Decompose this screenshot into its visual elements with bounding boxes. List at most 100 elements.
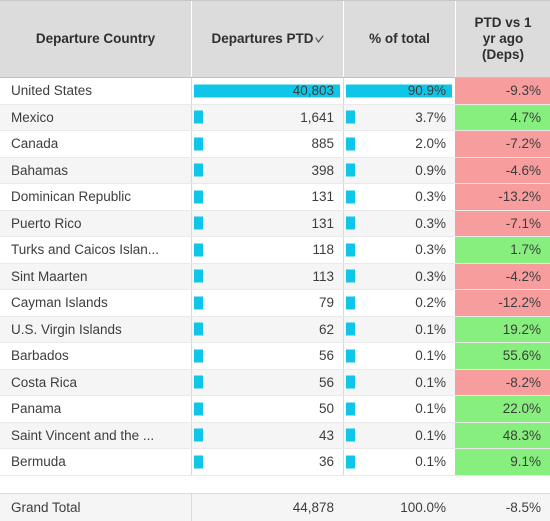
grand-total-departures-cell: 44,878 [191,494,343,521]
table-row[interactable]: Bermuda360.1%9.1% [0,449,550,476]
cell-departure-country: Bermuda [0,449,191,475]
departures-value: 1,641 [192,110,343,125]
cell-departures-ptd: 50 [191,396,343,422]
cell-departures-ptd: 56 [191,370,343,396]
cell-departures-ptd: 79 [191,290,343,316]
cell-pct-of-total: 3.7% [343,105,455,131]
grand-total-vs-cell: -8.5% [455,494,550,521]
cell-departure-country: Dominican Republic [0,184,191,210]
departures-value: 885 [192,136,343,151]
table-row[interactable]: Sint Maarten1130.3%-4.2% [0,264,550,291]
ptd-vs-1-yr-ago-value: -7.2% [455,131,550,157]
departures-by-country-table: Departure Country Departures PTD % of to… [0,0,550,521]
ptd-vs-1-yr-ago-value: -12.2% [455,290,550,316]
table-row[interactable]: United States40,80390.9%-9.3% [0,78,550,105]
ptd-vs-1-yr-ago-value: -13.2% [455,184,550,210]
departures-value: 56 [192,348,343,363]
cell-departures-ptd: 62 [191,317,343,343]
cell-departures-ptd: 398 [191,158,343,184]
ptd-vs-1-yr-ago-value: -4.6% [455,158,550,184]
cell-pct-of-total: 0.1% [343,396,455,422]
column-header-ptd-vs-1-yr-ago[interactable]: PTD vs 1 yr ago (Deps) [455,1,550,77]
cell-pct-of-total: 0.3% [343,237,455,263]
cell-departure-country: Costa Rica [0,370,191,396]
column-header-pct-of-total[interactable]: % of total [343,1,455,77]
country-name: Costa Rica [11,375,77,390]
pct-of-total-value: 0.3% [344,269,455,284]
departures-value: 79 [192,295,343,310]
departures-value: 36 [192,454,343,469]
cell-departure-country: Cayman Islands [0,290,191,316]
grand-total-label: Grand Total [0,494,191,521]
departures-value: 43 [192,428,343,443]
departures-value: 56 [192,375,343,390]
column-header-label: PTD vs 1 yr ago (Deps) [474,15,531,63]
country-name: Dominican Republic [11,189,131,204]
pct-of-total-value: 90.9% [344,83,455,98]
cell-departures-ptd: 36 [191,449,343,475]
table-row[interactable]: Turks and Caicos Islan...1180.3%1.7% [0,237,550,264]
pct-of-total-value: 0.2% [344,295,455,310]
cell-departure-country: Mexico [0,105,191,131]
departures-value: 131 [192,189,343,204]
grand-total-departures-value: 44,878 [192,500,343,515]
cell-ptd-vs-1-yr-ago: -12.2% [455,290,550,316]
country-name: United States [11,83,92,98]
pct-of-total-value: 0.1% [344,401,455,416]
country-name: Barbados [11,348,69,363]
cell-ptd-vs-1-yr-ago: 22.0% [455,396,550,422]
pct-of-total-value: 3.7% [344,110,455,125]
cell-departure-country: Canada [0,131,191,157]
cell-ptd-vs-1-yr-ago: -7.2% [455,131,550,157]
table-row[interactable]: Puerto Rico1310.3%-7.1% [0,211,550,238]
departures-value: 398 [192,163,343,178]
pct-of-total-value: 0.3% [344,189,455,204]
ptd-vs-1-yr-ago-value: 48.3% [455,423,550,449]
table-row[interactable]: U.S. Virgin Islands620.1%19.2% [0,317,550,344]
table-row[interactable]: Dominican Republic 1310.3%-13.2% [0,184,550,211]
country-name: Turks and Caicos Islan... [11,242,159,257]
table-row[interactable]: Saint Vincent and the ...430.1%48.3% [0,423,550,450]
departures-value: 40,803 [192,83,343,98]
table-row[interactable]: Canada8852.0%-7.2% [0,131,550,158]
ptd-vs-1-yr-ago-value: -8.2% [455,370,550,396]
pct-of-total-value: 0.3% [344,242,455,257]
departures-value: 131 [192,216,343,231]
table-row[interactable]: Mexico 1,6413.7%4.7% [0,105,550,132]
cell-departures-ptd: 131 [191,184,343,210]
sort-descending-icon[interactable] [315,35,324,45]
ptd-vs-1-yr-ago-value: 4.7% [455,105,550,131]
table-row[interactable]: Costa Rica 560.1%-8.2% [0,370,550,397]
table-row[interactable]: Barbados 560.1%55.6% [0,343,550,370]
cell-departures-ptd: 1,641 [191,105,343,131]
country-name: Cayman Islands [11,295,108,310]
table-row[interactable]: Panama500.1%22.0% [0,396,550,423]
column-header-departure-country[interactable]: Departure Country [0,1,191,77]
pct-of-total-value: 0.1% [344,375,455,390]
table-row[interactable]: Cayman Islands 790.2%-12.2% [0,290,550,317]
pct-of-total-value: 0.1% [344,322,455,337]
table-row[interactable]: Bahamas3980.9%-4.6% [0,158,550,185]
pct-of-total-value: 0.1% [344,428,455,443]
cell-pct-of-total: 0.1% [343,343,455,369]
ptd-vs-1-yr-ago-value: 9.1% [455,449,550,475]
cell-departures-ptd: 113 [191,264,343,290]
cell-ptd-vs-1-yr-ago: 9.1% [455,449,550,475]
cell-pct-of-total: 0.3% [343,264,455,290]
column-header-departures-ptd[interactable]: Departures PTD [191,1,343,77]
country-name: Puerto Rico [11,216,82,231]
cell-pct-of-total: 0.1% [343,370,455,396]
cell-ptd-vs-1-yr-ago: 55.6% [455,343,550,369]
departures-value: 50 [192,401,343,416]
country-name: Mexico [11,110,54,125]
cell-departures-ptd: 885 [191,131,343,157]
cell-departures-ptd: 56 [191,343,343,369]
cell-departure-country: Barbados [0,343,191,369]
departures-value: 118 [192,242,343,257]
table-body: United States40,80390.9%-9.3%Mexico1,641… [0,78,550,493]
country-name: Bahamas [11,163,68,178]
cell-pct-of-total: 2.0% [343,131,455,157]
column-header-label: % of total [369,31,430,47]
cell-ptd-vs-1-yr-ago: -8.2% [455,370,550,396]
column-header-label: Departures PTD [211,31,313,47]
